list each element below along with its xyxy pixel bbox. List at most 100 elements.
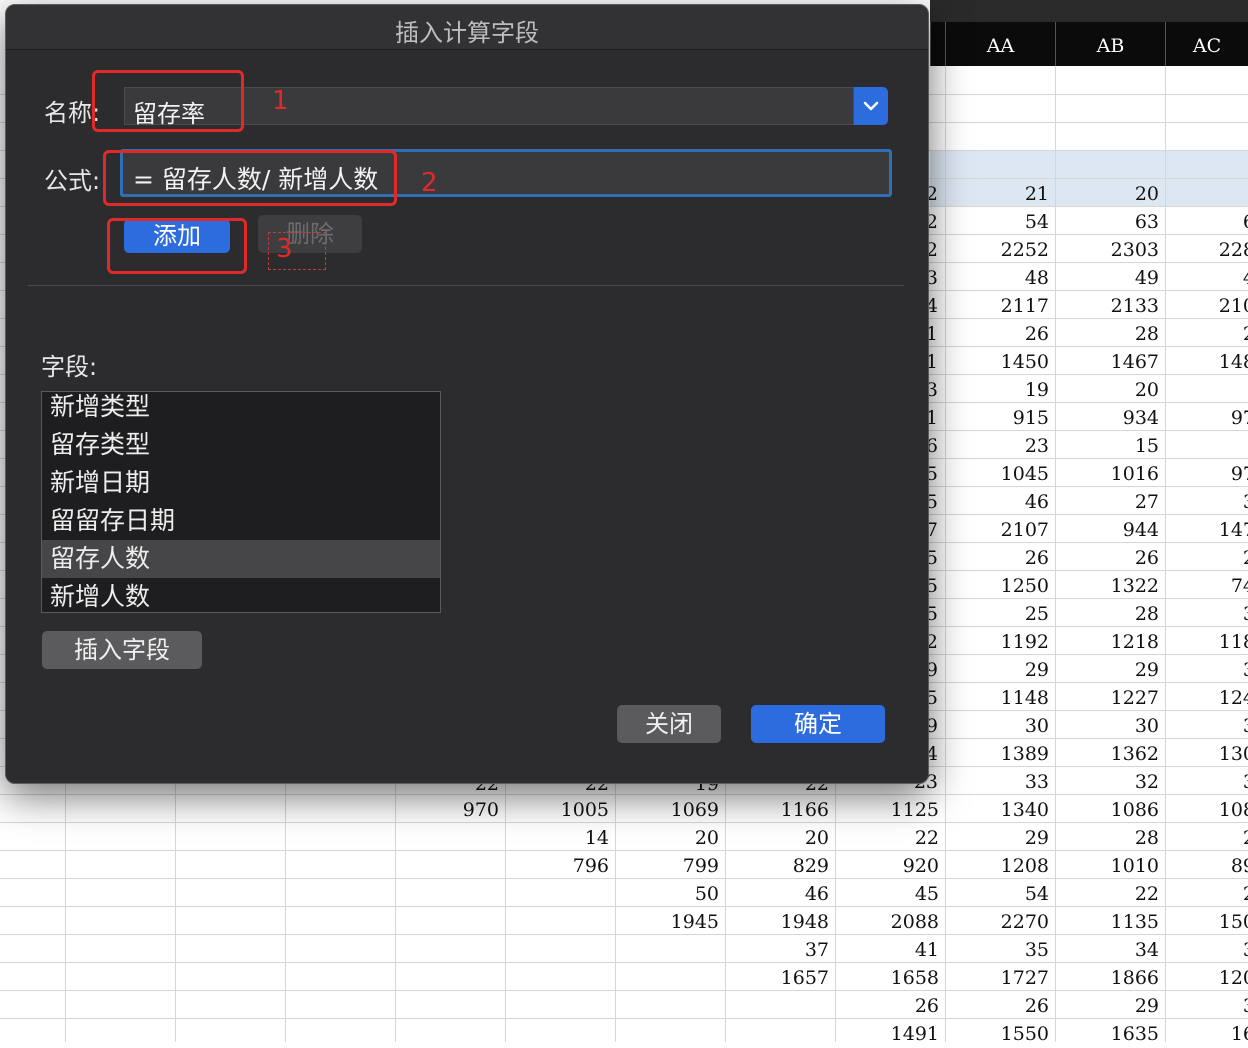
cell[interactable]: 1389 bbox=[945, 740, 1049, 768]
insert-field-button[interactable]: 插入字段 bbox=[42, 631, 202, 669]
column-header-ab[interactable]: AB bbox=[1055, 22, 1165, 66]
cell[interactable]: 2 bbox=[1165, 320, 1248, 348]
cell[interactable]: 49 bbox=[1055, 264, 1159, 292]
cell[interactable]: 14 bbox=[505, 824, 609, 852]
cell[interactable]: 2107 bbox=[945, 516, 1049, 544]
cell[interactable]: 26 bbox=[945, 992, 1049, 1020]
close-button[interactable]: 关闭 bbox=[617, 705, 721, 743]
cell[interactable]: 147 bbox=[1165, 516, 1248, 544]
cell[interactable]: 210 bbox=[1165, 292, 1248, 320]
cell[interactable]: 1450 bbox=[945, 348, 1049, 376]
name-dropdown-button[interactable] bbox=[854, 87, 888, 125]
cell[interactable]: 124 bbox=[1165, 684, 1248, 712]
cell[interactable]: 97 bbox=[1165, 460, 1248, 488]
cell[interactable]: 63 bbox=[1055, 208, 1159, 236]
cell[interactable]: 46 bbox=[945, 488, 1049, 516]
ok-button[interactable]: 确定 bbox=[751, 705, 885, 743]
cell[interactable]: 20 bbox=[1055, 376, 1159, 404]
cell[interactable]: 50 bbox=[615, 880, 719, 908]
cell[interactable]: 22 bbox=[835, 824, 939, 852]
cell[interactable]: 934 bbox=[1055, 404, 1159, 432]
cell[interactable]: 1866 bbox=[1055, 964, 1159, 992]
cell[interactable]: 26 bbox=[1055, 544, 1159, 572]
cell[interactable]: 37 bbox=[725, 936, 829, 964]
list-item[interactable]: 新增人数 bbox=[42, 578, 440, 612]
cell[interactable]: 6 bbox=[1165, 208, 1248, 236]
cell[interactable]: 1208 bbox=[945, 852, 1049, 880]
cell[interactable]: 29 bbox=[945, 824, 1049, 852]
cell[interactable]: 26 bbox=[945, 320, 1049, 348]
cell[interactable]: 120 bbox=[1165, 964, 1248, 992]
cell[interactable]: 1948 bbox=[725, 908, 829, 936]
cell[interactable]: 1945 bbox=[615, 908, 719, 936]
cell[interactable]: 799 bbox=[615, 852, 719, 880]
cell[interactable]: 970 bbox=[395, 796, 499, 824]
cell[interactable]: 30 bbox=[945, 712, 1049, 740]
cell[interactable]: 2303 bbox=[1055, 236, 1159, 264]
cell[interactable]: 29 bbox=[1055, 656, 1159, 684]
cell[interactable]: 1135 bbox=[1055, 908, 1159, 936]
cell[interactable]: 829 bbox=[725, 852, 829, 880]
cell[interactable]: 796 bbox=[505, 852, 609, 880]
cell[interactable]: 1069 bbox=[615, 796, 719, 824]
cell[interactable]: 46 bbox=[725, 880, 829, 908]
column-header-ac[interactable]: AC bbox=[1165, 22, 1248, 66]
cell[interactable]: 20 bbox=[725, 824, 829, 852]
list-item[interactable]: 新增日期 bbox=[42, 464, 440, 502]
cell[interactable]: 3 bbox=[1165, 600, 1248, 628]
cell[interactable]: 45 bbox=[835, 880, 939, 908]
cell[interactable]: 26 bbox=[945, 544, 1049, 572]
cell[interactable]: 1086 bbox=[1055, 796, 1159, 824]
cell[interactable]: 1045 bbox=[945, 460, 1049, 488]
cell[interactable]: 3 bbox=[1165, 712, 1248, 740]
cell[interactable]: 1491 bbox=[835, 1020, 939, 1048]
cell[interactable]: 22 bbox=[1055, 880, 1159, 908]
cell[interactable]: 1250 bbox=[945, 572, 1049, 600]
cell[interactable]: 26 bbox=[835, 992, 939, 1020]
fields-listbox[interactable]: 新增类型 留存类型 新增日期 留留存日期 留存人数 新增人数 bbox=[41, 391, 441, 613]
cell[interactable]: 33 bbox=[945, 768, 1049, 796]
cell[interactable]: 48 bbox=[945, 264, 1049, 292]
cell[interactable]: 29 bbox=[945, 656, 1049, 684]
cell[interactable]: 28 bbox=[1055, 320, 1159, 348]
list-item-selected[interactable]: 留存人数 bbox=[42, 540, 440, 578]
cell[interactable]: 21 bbox=[945, 180, 1049, 208]
list-item[interactable]: 留存类型 bbox=[42, 426, 440, 464]
cell[interactable]: 20 bbox=[1055, 180, 1159, 208]
cell[interactable]: 920 bbox=[835, 852, 939, 880]
cell[interactable]: 3 bbox=[1165, 992, 1248, 1020]
cell[interactable]: 2 bbox=[1165, 824, 1248, 852]
cell[interactable]: 32 bbox=[1055, 768, 1159, 796]
cell[interactable]: 1192 bbox=[945, 628, 1049, 656]
cell[interactable]: 3 bbox=[1165, 936, 1248, 964]
cell[interactable]: 1005 bbox=[505, 796, 609, 824]
cell[interactable]: 2088 bbox=[835, 908, 939, 936]
cell[interactable]: 19 bbox=[945, 376, 1049, 404]
cell[interactable]: 3 bbox=[1165, 656, 1248, 684]
cell[interactable]: 97 bbox=[1165, 404, 1248, 432]
cell[interactable]: 2117 bbox=[945, 292, 1049, 320]
cell[interactable]: 16 bbox=[1165, 1020, 1248, 1048]
cell[interactable]: 2 bbox=[1165, 544, 1248, 572]
cell[interactable]: 41 bbox=[835, 936, 939, 964]
cell[interactable]: 30 bbox=[1055, 712, 1159, 740]
cell[interactable]: 130 bbox=[1165, 740, 1248, 768]
cell[interactable]: 28 bbox=[1055, 824, 1159, 852]
cell[interactable]: 29 bbox=[1055, 992, 1159, 1020]
cell[interactable]: 25 bbox=[945, 600, 1049, 628]
cell[interactable]: 1467 bbox=[1055, 348, 1159, 376]
cell[interactable]: 1550 bbox=[945, 1020, 1049, 1048]
list-item[interactable]: 新增类型 bbox=[42, 392, 440, 426]
cell[interactable]: 1362 bbox=[1055, 740, 1159, 768]
cell[interactable]: 54 bbox=[945, 208, 1049, 236]
cell[interactable]: 3 bbox=[1165, 488, 1248, 516]
cell[interactable]: 20 bbox=[615, 824, 719, 852]
cell[interactable]: 150 bbox=[1165, 908, 1248, 936]
cell[interactable]: 15 bbox=[1055, 432, 1159, 460]
cell[interactable]: 89 bbox=[1165, 852, 1248, 880]
cell[interactable]: 4 bbox=[1165, 264, 1248, 292]
cell[interactable]: 228 bbox=[1165, 236, 1248, 264]
cell[interactable]: 108 bbox=[1165, 796, 1248, 824]
cell[interactable]: 1010 bbox=[1055, 852, 1159, 880]
cell[interactable]: 3 bbox=[1165, 768, 1248, 796]
